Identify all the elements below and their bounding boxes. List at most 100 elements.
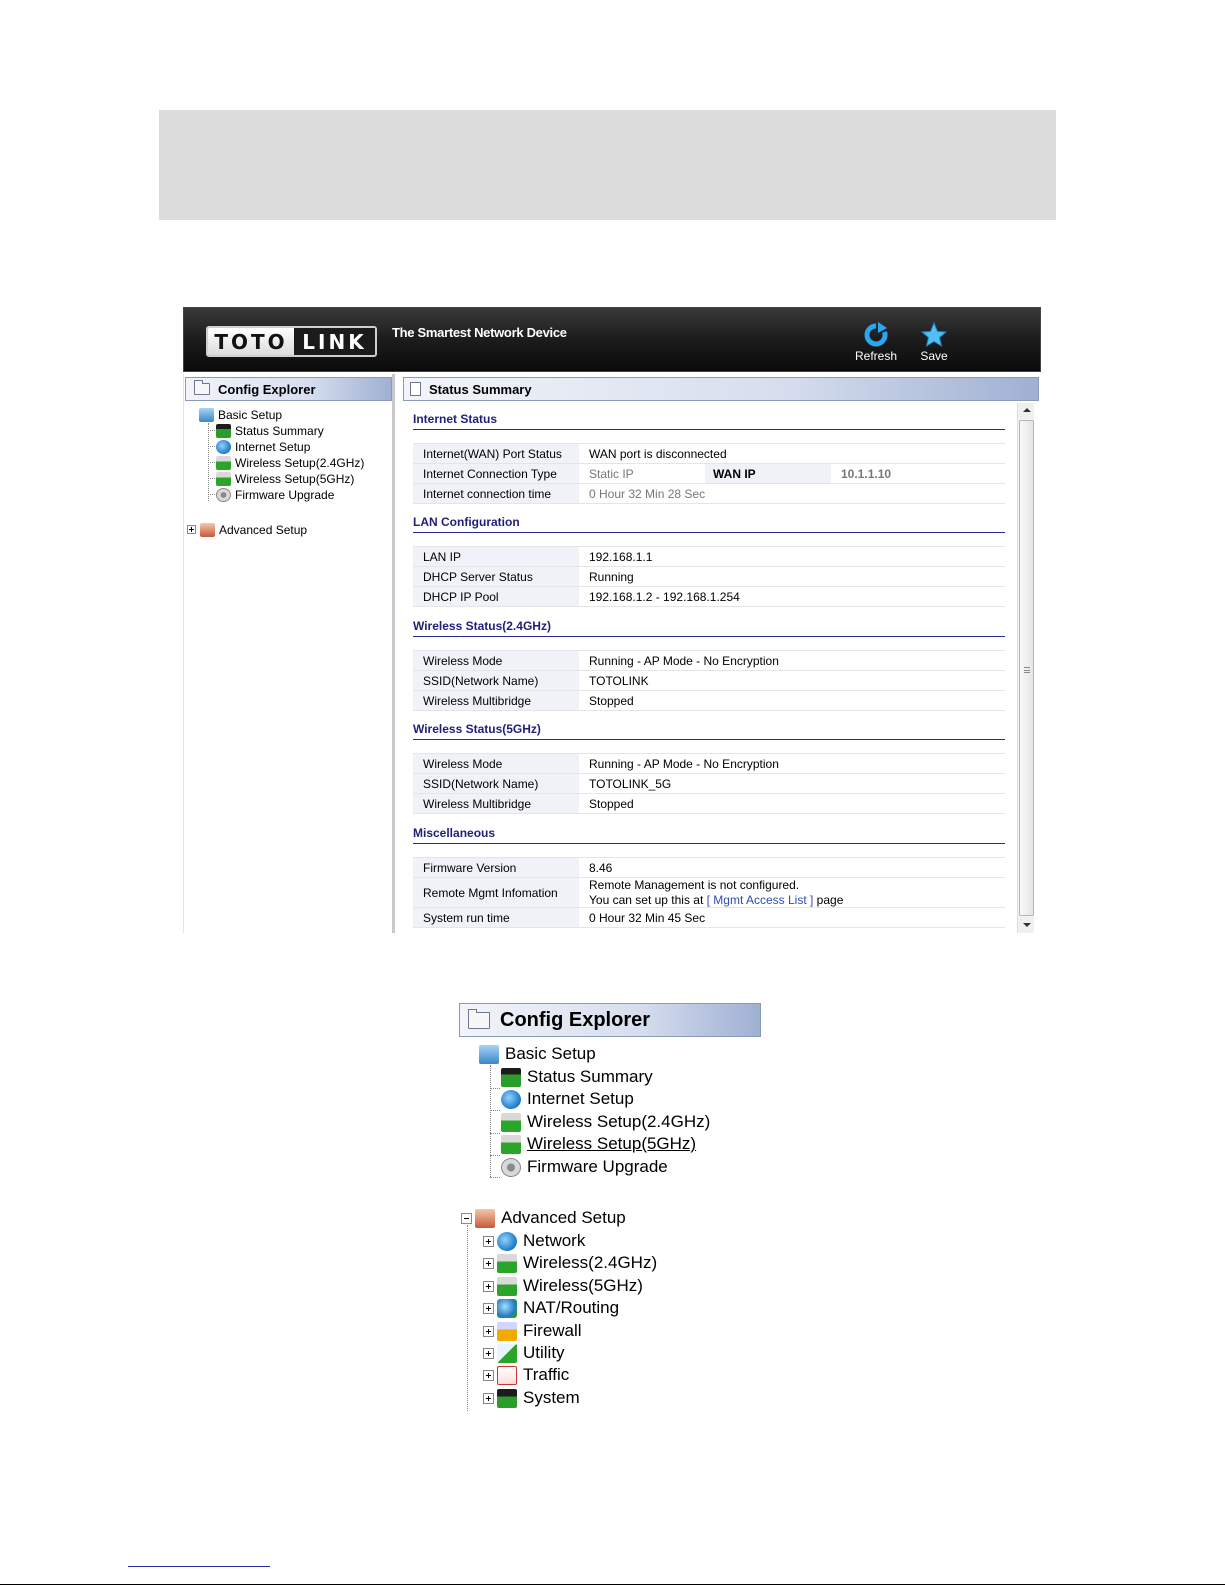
misc-table: Firmware Version 8.46 Remote Mgmt Infoma…	[413, 857, 1005, 928]
row-value: WAN port is disconnected	[589, 446, 727, 461]
zoom-tree-wireless-5-adv[interactable]: Wireless(5GHz)	[483, 1275, 643, 1297]
logo-right-text: LINK	[294, 328, 375, 355]
tree-item-label: Wireless(2.4GHz)	[523, 1253, 658, 1272]
table-row: Remote Mgmt Infomation Remote Management…	[413, 878, 1005, 908]
zoom-tree-firmware-upgrade[interactable]: Firmware Upgrade	[501, 1156, 668, 1178]
zoom-tree-nat-routing[interactable]: NAT/Routing	[483, 1297, 619, 1319]
wan-ip-label: WAN IP	[705, 464, 831, 483]
save-button[interactable]: Save	[906, 322, 962, 366]
grip-icon	[1024, 667, 1030, 673]
internet-status-table: Internet(WAN) Port Status WAN port is di…	[413, 443, 1005, 504]
table-row: Firmware Version 8.46	[413, 858, 1005, 878]
zoom-tree-basic-setup[interactable]: Basic Setup	[479, 1043, 596, 1065]
tree-item-label: Wireless Setup(2.4GHz)	[235, 455, 365, 470]
row-value: Remote Management is not configured. You…	[579, 878, 1005, 907]
tree-basic-setup[interactable]: Basic Setup	[199, 407, 282, 422]
tree-item-label: Status Summary	[527, 1067, 653, 1086]
wireless-icon	[501, 1112, 521, 1132]
row-value: Stopped	[589, 796, 634, 811]
config-explorer-header: Config Explorer	[185, 377, 392, 401]
refresh-label: Refresh	[854, 349, 898, 363]
tree-wireless-5[interactable]: Wireless Setup(5GHz)	[216, 471, 354, 486]
config-explorer-title: Config Explorer	[218, 381, 316, 397]
tree-status-summary[interactable]: Status Summary	[216, 423, 324, 438]
zoom-tree-wireless-24[interactable]: Wireless Setup(2.4GHz)	[501, 1111, 710, 1133]
zoom-tree-system[interactable]: System	[483, 1387, 580, 1409]
basic-setup-label: Basic Setup	[505, 1044, 596, 1063]
save-label: Save	[920, 349, 948, 363]
table-row: System run time 0 Hour 32 Min 45 Sec	[413, 908, 1005, 928]
expand-plus-icon[interactable]	[483, 1257, 494, 1269]
wireless-icon	[497, 1276, 517, 1296]
expand-plus-icon[interactable]	[483, 1392, 494, 1404]
row-label: DHCP IP Pool	[413, 587, 579, 606]
scroll-down-arrow-icon[interactable]	[1019, 918, 1034, 933]
tree-item-label: Firewall	[523, 1321, 582, 1340]
refresh-button[interactable]: Refresh	[848, 322, 904, 366]
row-value: 8.46	[589, 860, 613, 875]
row-value: TOTOLINK	[589, 673, 649, 688]
row-value: 192.168.1.1	[589, 549, 653, 564]
row-label: Internet(WAN) Port Status	[413, 444, 579, 463]
row-label: Wireless Multibridge	[413, 794, 579, 813]
tree-item-label: Firmware Upgrade	[235, 487, 335, 502]
row-label: System run time	[413, 908, 579, 927]
expand-plus-icon[interactable]	[187, 525, 196, 534]
collapse-minus-icon[interactable]	[461, 1212, 472, 1224]
table-row: LAN IP 192.168.1.1	[413, 547, 1005, 567]
expand-plus-icon[interactable]	[483, 1280, 494, 1292]
zoom-tree-traffic[interactable]: Traffic	[483, 1364, 569, 1386]
expand-plus-icon[interactable]	[483, 1347, 494, 1359]
tree-item-label: Internet Setup	[235, 439, 311, 454]
utility-icon	[497, 1343, 517, 1363]
row-label: LAN IP	[413, 547, 579, 566]
tree-firmware-upgrade[interactable]: Firmware Upgrade	[216, 487, 334, 502]
tree-advanced-setup[interactable]: Advanced Setup	[187, 522, 307, 537]
row-value: 192.168.1.2 - 192.168.1.254	[589, 589, 740, 604]
scroll-up-arrow-icon[interactable]	[1019, 403, 1034, 418]
tree-wireless-24[interactable]: Wireless Setup(2.4GHz)	[216, 455, 364, 470]
globe-icon	[501, 1089, 521, 1109]
folder-advanced-icon	[475, 1208, 495, 1228]
zoom-tree-internet-setup[interactable]: Internet Setup	[501, 1088, 634, 1110]
remote-line-2-suffix: page	[813, 892, 844, 907]
table-row: SSID(Network Name) TOTOLINK_5G	[413, 774, 1005, 794]
zoom-tree-firewall[interactable]: Firewall	[483, 1320, 582, 1342]
zoom-tree-wireless-24-adv[interactable]: Wireless(2.4GHz)	[483, 1252, 657, 1274]
expand-plus-icon[interactable]	[483, 1235, 494, 1247]
folder-icon	[194, 380, 210, 395]
mgmt-access-list-link[interactable]: [ Mgmt Access List ]	[707, 893, 814, 907]
firewall-icon	[497, 1321, 517, 1341]
section-wireless-5: Wireless Status(5GHz)	[413, 722, 1005, 740]
scrollbar-thumb[interactable]	[1019, 420, 1034, 916]
table-row: Wireless Multibridge Stopped	[413, 794, 1005, 814]
expand-plus-icon[interactable]	[483, 1325, 494, 1337]
zoom-tree-network[interactable]: Network	[483, 1230, 585, 1252]
tree-item-label: Wireless Setup(5GHz)	[235, 471, 355, 486]
globe-icon	[216, 439, 231, 454]
basic-setup-label: Basic Setup	[218, 407, 283, 422]
refresh-icon	[864, 322, 888, 347]
lan-table: LAN IP 192.168.1.1 DHCP Server Status Ru…	[413, 546, 1005, 607]
zoom-tree-wireless-5[interactable]: Wireless Setup(5GHz)	[501, 1133, 696, 1155]
totolink-logo: TOTO LINK	[206, 326, 377, 357]
row-label: Remote Mgmt Infomation	[413, 878, 579, 907]
zoom-config-explorer-title: Config Explorer	[500, 1008, 651, 1031]
zoom-tree-advanced-setup[interactable]: Advanced Setup	[461, 1207, 626, 1229]
expand-plus-icon[interactable]	[483, 1302, 494, 1314]
zoom-tree-status-summary[interactable]: Status Summary	[501, 1066, 653, 1088]
status-content: Internet Status Internet(WAN) Port Statu…	[403, 403, 1017, 933]
footnote-rule	[128, 1566, 270, 1567]
row-label: SSID(Network Name)	[413, 774, 579, 793]
zoom-tree-utility[interactable]: Utility	[483, 1342, 565, 1364]
tree-internet-setup[interactable]: Internet Setup	[216, 439, 310, 454]
section-internet-status: Internet Status	[413, 412, 1005, 430]
vertical-scrollbar[interactable]	[1017, 403, 1034, 933]
logo-left-text: TOTO	[208, 328, 294, 355]
row-value: Stopped	[589, 693, 634, 708]
tree-item-label: Status Summary	[235, 423, 324, 438]
folder-advanced-icon	[200, 522, 215, 537]
expand-plus-icon[interactable]	[483, 1369, 494, 1381]
tree-item-label: Internet Setup	[527, 1089, 634, 1108]
row-label: Internet Connection Type	[413, 464, 579, 483]
